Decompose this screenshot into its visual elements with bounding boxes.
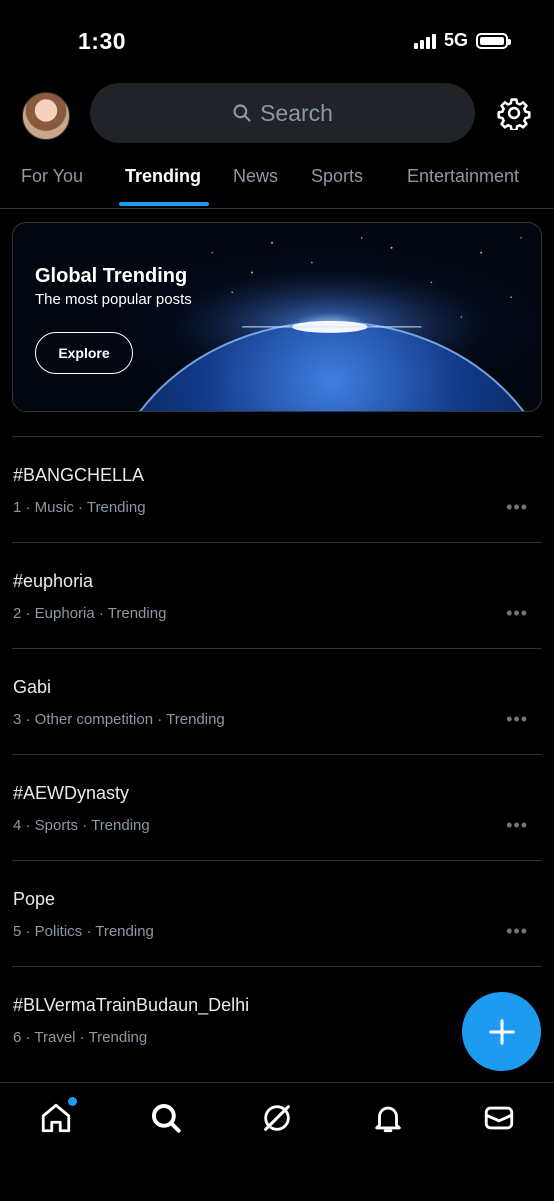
- nav-notifications[interactable]: [371, 1101, 405, 1135]
- plus-icon: [488, 1018, 515, 1045]
- trend-item[interactable]: Pope 5 · Politics · Trending •••: [12, 860, 542, 966]
- trend-item[interactable]: #euphoria 2 · Euphoria · Trending •••: [12, 542, 542, 648]
- trend-meta: 2 · Euphoria · Trending: [13, 605, 167, 622]
- banner-title: Global Trending: [35, 265, 188, 287]
- trend-title: #BANGCHELLA: [13, 465, 145, 485]
- gear-icon[interactable]: [497, 96, 531, 130]
- trend-item[interactable]: #AEWDynasty 4 · Sports · Trending •••: [12, 754, 542, 860]
- tab-bar: For You Trending News Sports Entertainme…: [0, 152, 554, 209]
- bottom-nav: [0, 1082, 554, 1201]
- earth-image: [13, 223, 541, 411]
- banner-subtitle: The most popular posts: [35, 291, 192, 308]
- more-options-icon[interactable]: •••: [506, 603, 528, 624]
- grok-icon: [264, 1105, 290, 1131]
- tab-sports[interactable]: Sports: [311, 166, 363, 187]
- trend-title: #AEWDynasty: [13, 783, 130, 803]
- home-icon: [41, 1103, 71, 1133]
- tab-trending[interactable]: Trending: [125, 166, 201, 187]
- status-time: 1:30: [78, 28, 127, 54]
- notification-dot: [68, 1097, 77, 1106]
- trend-meta: 6 · Travel · Trending: [13, 1029, 148, 1046]
- trend-meta: 5 · Politics · Trending: [13, 923, 154, 940]
- trend-title: Gabi: [13, 677, 52, 697]
- compose-button[interactable]: [462, 992, 541, 1071]
- trend-title: Pope: [13, 889, 56, 909]
- battery-icon: [476, 32, 511, 49]
- trend-item[interactable]: #BANGCHELLA 1 · Music · Trending •••: [12, 436, 542, 542]
- trend-meta: 1 · Music · Trending: [13, 499, 146, 516]
- more-options-icon[interactable]: •••: [506, 815, 528, 836]
- trend-item[interactable]: Gabi 3 · Other competition · Trending ••…: [12, 648, 542, 754]
- trend-item[interactable]: #BLVermaTrainBudaun_Delhi 6 · Travel · T…: [12, 966, 542, 1072]
- more-options-icon[interactable]: •••: [506, 497, 528, 518]
- signal-icon: [413, 33, 436, 49]
- search-placeholder: Search: [260, 99, 333, 126]
- search-input[interactable]: Search: [90, 83, 475, 143]
- nav-messages[interactable]: [482, 1101, 516, 1135]
- network-label: 5G: [443, 30, 468, 50]
- more-options-icon[interactable]: •••: [506, 921, 528, 942]
- status-bar: 1:30 5G: [0, 0, 554, 80]
- nav-home[interactable]: [39, 1097, 77, 1135]
- tab-entertainment[interactable]: Entertainment: [407, 166, 519, 187]
- trend-title: #euphoria: [13, 571, 94, 591]
- trend-meta: 4 · Sports · Trending: [13, 817, 150, 834]
- tab-for-you[interactable]: For You: [21, 166, 83, 187]
- tab-active-indicator: [119, 202, 209, 206]
- more-options-icon[interactable]: •••: [506, 709, 528, 730]
- avatar[interactable]: [22, 92, 70, 140]
- search-icon: [151, 1103, 181, 1133]
- status-icons: 5G: [413, 30, 511, 51]
- trend-list: #BANGCHELLA 1 · Music · Trending ••• #eu…: [0, 436, 554, 1072]
- search-icon: [233, 104, 251, 122]
- explore-button[interactable]: Explore: [35, 332, 133, 374]
- nav-grok[interactable]: [260, 1101, 294, 1135]
- trend-meta: 3 · Other competition · Trending: [13, 711, 225, 728]
- bell-icon: [375, 1106, 401, 1133]
- trend-title: #BLVermaTrainBudaun_Delhi: [13, 995, 250, 1015]
- tab-news[interactable]: News: [233, 166, 278, 187]
- nav-search[interactable]: [149, 1101, 183, 1135]
- mail-icon: [484, 1106, 514, 1130]
- global-trending-banner[interactable]: Global Trending The most popular posts E…: [12, 222, 542, 412]
